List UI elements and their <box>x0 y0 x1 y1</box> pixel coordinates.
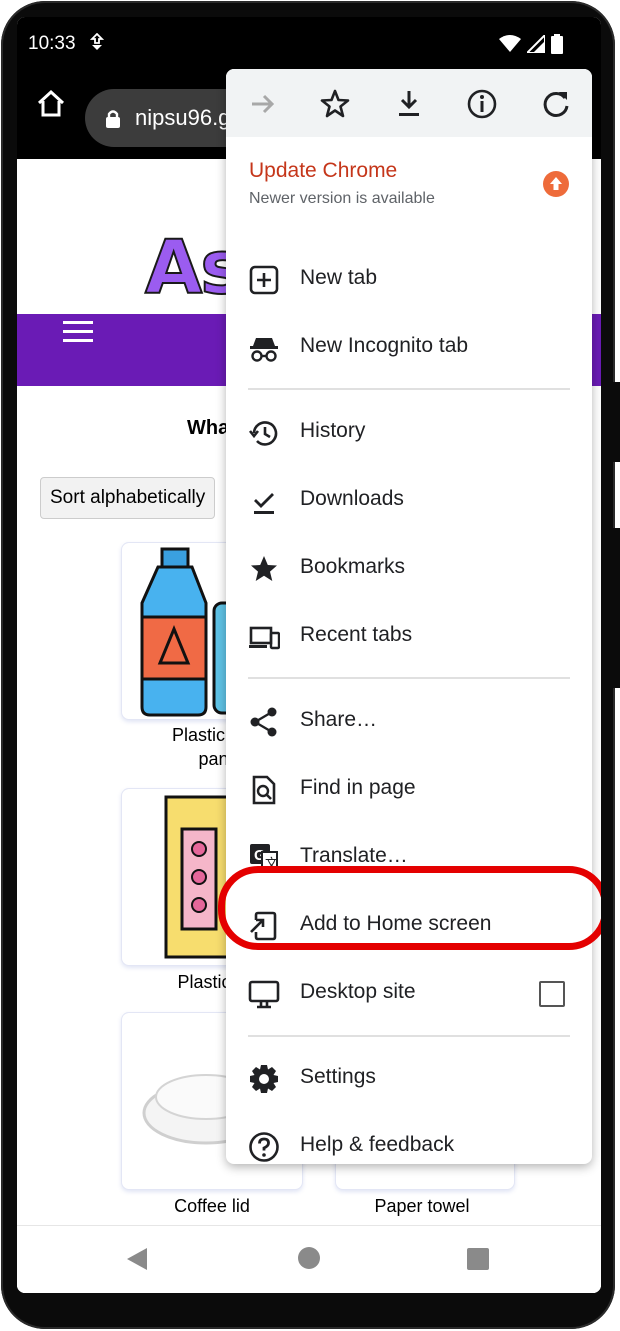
desktop-site-checkbox[interactable] <box>539 981 565 1007</box>
incognito-icon <box>250 338 278 362</box>
menu-item-downloads[interactable]: Downloads <box>226 470 592 530</box>
menu-item-share[interactable]: Share… <box>226 691 592 751</box>
status-time: 10:33 <box>28 33 76 54</box>
menu-item-bookmarks[interactable]: Bookmarks <box>226 538 592 598</box>
gear-icon <box>250 1065 278 1093</box>
update-chrome-item[interactable]: Update Chrome Newer version is available <box>226 137 592 227</box>
menu-label-share: Share… <box>300 708 378 731</box>
info-icon[interactable] <box>465 87 499 121</box>
wifi-icon <box>499 35 521 52</box>
battery-icon <box>551 34 563 54</box>
back-icon[interactable] <box>125 1246 149 1272</box>
history-icon <box>248 421 278 446</box>
reload-icon[interactable] <box>539 87 573 121</box>
volume-button <box>612 382 620 462</box>
menu-label-find-in-page: Find in page <box>300 776 416 799</box>
lock-icon <box>106 110 120 128</box>
downloads-icon <box>254 493 274 514</box>
android-nav-bar <box>17 1225 601 1293</box>
menu-label-history: History <box>300 419 366 442</box>
menu-item-find-in-page[interactable]: Find in page <box>226 759 592 819</box>
update-chrome-subtitle: Newer version is available <box>249 190 435 207</box>
signal-icon <box>527 35 545 53</box>
find-in-page-icon <box>252 775 276 805</box>
help-icon <box>249 1132 279 1162</box>
status-icons <box>499 34 563 54</box>
download-icon[interactable] <box>392 87 426 121</box>
sort-button[interactable]: Sort alphabetically <box>40 477 216 519</box>
data-saver-icon <box>89 32 105 56</box>
menu-item-help-feedback[interactable]: Help & feedback <box>226 1116 592 1176</box>
menu-label-bookmarks: Bookmarks <box>300 555 406 578</box>
update-chrome-title: Update Chrome <box>249 159 398 182</box>
desktop-icon <box>248 980 280 1009</box>
update-arrow-icon <box>543 171 569 197</box>
screen: 10:33 nipsu96.github.io Ask What Sort al… <box>17 17 601 1293</box>
hamburger-menu-icon[interactable] <box>63 321 93 348</box>
menu-item-recent-tabs[interactable]: Recent tabs <box>226 606 592 666</box>
menu-label-help: Help & feedback <box>300 1133 455 1156</box>
menu-item-settings[interactable]: Settings <box>226 1048 592 1108</box>
bookmark-star-icon[interactable] <box>318 87 352 121</box>
new-tab-icon <box>249 265 279 295</box>
highlight-ring <box>218 866 601 950</box>
share-icon <box>250 707 277 737</box>
card-label-coffee-lid: Coffee lid <box>174 1196 250 1216</box>
forward-icon[interactable] <box>246 87 280 121</box>
menu-divider <box>248 677 570 679</box>
menu-label-translate: Translate… <box>300 844 408 867</box>
menu-label-settings: Settings <box>300 1065 376 1088</box>
devices-icon <box>249 626 280 650</box>
menu-label-recent-tabs: Recent tabs <box>300 623 413 646</box>
power-button <box>612 528 620 688</box>
menu-label-downloads: Downloads <box>300 487 404 510</box>
card-label-paper-towel: Paper towel <box>374 1196 470 1216</box>
menu-item-desktop-site[interactable]: Desktop site <box>226 963 592 1023</box>
home-nav-icon[interactable] <box>297 1246 321 1270</box>
menu-label-desktop-site: Desktop site <box>300 980 416 1003</box>
status-bar: 10:33 <box>17 17 601 71</box>
star-icon <box>251 556 277 581</box>
menu-item-new-incognito-tab[interactable]: New Incognito tab <box>226 317 592 377</box>
menu-label-new-tab: New tab <box>300 266 378 289</box>
menu-action-row <box>226 69 592 137</box>
recents-icon[interactable] <box>467 1248 489 1270</box>
menu-divider <box>248 388 570 390</box>
chrome-overflow-menu: Update Chrome Newer version is available… <box>226 69 592 1164</box>
menu-divider <box>248 1035 570 1037</box>
menu-item-new-tab[interactable]: New tab <box>226 249 592 309</box>
menu-label-incognito: New Incognito tab <box>300 334 469 357</box>
menu-item-history[interactable]: History <box>226 402 592 462</box>
home-icon[interactable] <box>35 87 67 119</box>
